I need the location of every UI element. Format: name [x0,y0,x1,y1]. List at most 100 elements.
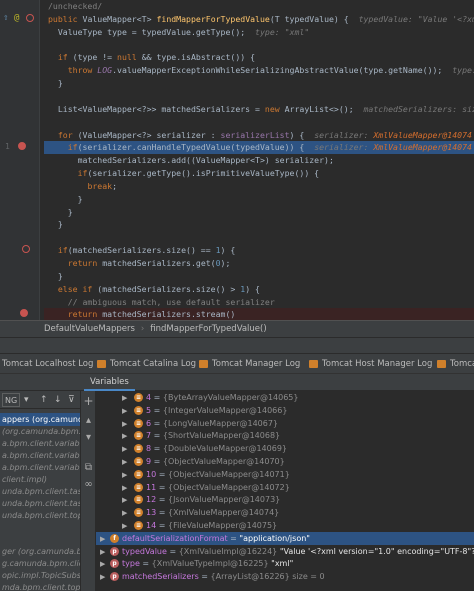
add-watch-icon[interactable]: + [83,395,94,407]
code-line[interactable]: } [44,206,474,219]
dropdown-chevron-icon[interactable]: ▾ [24,393,29,407]
stack-frame[interactable]: mda.bpm.client.topic.imp [0,581,80,591]
expand-arrow-icon[interactable]: ▶ [100,560,106,568]
code-line[interactable]: } [44,218,474,231]
code-token: ArrayList<>(); [284,103,364,114]
expand-arrow-icon[interactable]: ▶ [122,484,128,492]
breakpoint-icon[interactable] [20,309,28,317]
expand-arrow-icon[interactable]: ▶ [122,458,128,466]
variable-row[interactable]: ▶ ≡ 6 = {LongValueMapper@14067} [96,417,474,430]
code-token: (T typedValue) { [269,13,359,24]
variable-row[interactable]: ▶ ≡ 4 = {ByteArrayValueMapper@14065} [96,391,474,404]
tab-tomcat-host-manager-log[interactable]: Tomcat Host Manager Log [306,354,432,374]
method-breakpoint-icon[interactable] [26,14,34,22]
variable-row[interactable]: ▶ p type = {XmlValueTypeImpl@16225} "xml" [96,557,474,570]
inline-debug-value: type: "xml [452,65,474,76]
up-icon[interactable]: ▴ [83,415,94,426]
disabled-breakpoint-icon[interactable] [22,245,30,253]
expand-arrow-icon[interactable]: ▶ [100,548,106,556]
code-line[interactable]: else if (matchedSerializers.size() > 1) … [44,283,474,296]
expand-arrow-icon[interactable]: ▶ [122,407,128,415]
variable-row[interactable]: ▶ f defaultSerializationFormat = "applicat… [96,531,474,545]
code-line[interactable]: /unchecked/ [44,0,474,13]
code-line[interactable]: } [44,77,474,90]
breakpoint-icon[interactable] [18,142,26,150]
up-arrow-icon[interactable]: ↑ [40,393,48,407]
copy-icon[interactable]: ⧉ [83,462,94,473]
down-arrow-icon[interactable]: ↓ [54,393,62,407]
variable-row[interactable]: ▶ ≡ 11 = {ObjectValueMapper@14072} [96,481,474,494]
tab-variables[interactable]: Variables [84,374,135,391]
expand-arrow-icon[interactable]: ▶ [122,496,128,504]
implemented-method-icon[interactable]: ⇧ [3,13,8,23]
code-line[interactable]: if(serializer.getType().isPrimitiveValue… [44,167,474,180]
code-line[interactable]: if(serializer.canHandleTypedValue(typedV… [44,141,474,155]
equals-sign: = [156,469,168,479]
code-token: findMapperForTypedValue [156,13,270,24]
code-line[interactable]: if (type != null && type.isAbstract()) { [44,51,474,64]
frames-toolbar: NG ▾ ↑ ↓ ⊽ [0,391,80,409]
variable-value: {IntegerValueMapper@14066} [162,405,288,415]
variable-row[interactable]: ▶ ≡ 14 = {FileValueMapper@14075} [96,519,474,532]
panel-divider[interactable] [0,338,474,354]
expand-arrow-icon[interactable]: ▶ [122,394,128,402]
variable-row[interactable]: ▶ ≡ 10 = {ObjectValueMapper@14071} [96,468,474,481]
variable-row[interactable]: ▶ p typedValue = {XmlValueImpl@16224} "Val… [96,545,474,558]
expand-arrow-icon[interactable]: ▶ [122,432,128,440]
thread-dropdown[interactable]: NG [2,393,21,407]
code-token: null [117,52,142,63]
tab-tomcat-catalina-log[interactable]: Tomcat Catalina Log [94,354,196,374]
variable-row[interactable]: ▶ ≡ 9 = {ObjectValueMapper@14070} [96,455,474,468]
variable-text: defaultSerializationFormat = "applicatio… [122,532,310,545]
code-line[interactable]: public ValueMapper<T> findMapperForTyped… [44,13,474,26]
code-line[interactable] [44,231,474,244]
code-line[interactable] [44,39,474,52]
variable-row[interactable]: ▶ ≡ 5 = {IntegerValueMapper@14066} [96,404,474,417]
code-line[interactable]: ValueType type = typedValue.getType(); t… [44,26,474,39]
variable-row[interactable]: ▶ ≡ 13 = {XmlValueMapper@14074} [96,506,474,519]
variable-row[interactable]: ▶ p matchedSerializers = {ArrayList@16226}… [96,570,474,583]
tab-tomcat-manager-log[interactable]: Tomcat Manager Log [196,354,300,374]
code-token: LOG [97,65,113,76]
expand-arrow-icon[interactable]: ▶ [100,573,106,581]
expand-arrow-icon[interactable]: ▶ [122,420,128,428]
code-line[interactable]: matchedSerializers.add((ValueMapper<T>) … [44,154,474,167]
variable-text: matchedSerializers = {ArrayList@16226} s… [122,570,325,583]
down-icon[interactable]: ▾ [83,432,94,443]
variable-row[interactable]: ▶ ≡ 8 = {DoubleValueMapper@14069} [96,442,474,455]
tab-label: Tomcat Manager Log [212,359,301,369]
code-line[interactable]: throw LOG.valueMapperExceptionWhileSeria… [44,64,474,77]
variable-row[interactable]: ▶ ≡ 7 = {ShortValueMapper@14068} [96,429,474,442]
line-number: 1 [5,142,10,151]
tab-tomcat-localhost-log[interactable]: Tomcat Localhost Log [0,354,93,374]
code-line[interactable]: // ambiguous match, use default serializ… [44,296,474,309]
code-line[interactable]: return matchedSerializers.get(0); [44,257,474,270]
code-line[interactable]: return matchedSerializers.stream() [44,308,474,320]
code-line[interactable]: } [44,193,474,206]
expand-arrow-icon[interactable]: ▶ [122,471,128,479]
frames-panel[interactable]: NG ▾ ↑ ↓ ⊽ appers (org.camunda.bpm(org.c… [0,391,81,591]
code-line[interactable] [44,116,474,129]
code-line[interactable]: List<ValueMapper<?>> matchedSerializers … [44,103,474,116]
variables-tree[interactable]: ▶ ≡ 4 = {ByteArrayValueMapper@14065} ▶ ≡ 5 = … [96,391,474,591]
code-line[interactable]: for (ValueMapper<?> serializer : seriali… [44,129,474,142]
expand-arrow-icon[interactable]: ▶ [122,522,128,530]
code-token: new [264,103,285,114]
editor-gutter[interactable]: ⇧ @ 1 [0,0,40,320]
expand-arrow-icon[interactable]: ▶ [122,445,128,453]
breadcrumb-method[interactable]: findMapperForTypedValue() [150,324,266,334]
expand-arrow-icon[interactable]: ▶ [122,509,128,517]
variable-row[interactable]: ▶ ≡ 12 = {JsonValueMapper@14073} [96,493,474,506]
code-token: > [146,13,157,24]
expand-arrow-icon[interactable]: ▶ [100,535,106,543]
breadcrumb-class[interactable]: DefaultValueMappers [44,324,135,334]
watch-glasses-icon[interactable]: ∞ [83,479,94,490]
filter-icon[interactable]: ⊽ [68,393,75,407]
code-line[interactable]: } [44,270,474,283]
code-line[interactable]: break; [44,180,474,193]
code-line[interactable] [44,90,474,103]
code-line[interactable]: if(matchedSerializers.size() == 1) { [44,244,474,257]
tab-tomcat[interactable]: Tomcat [434,354,474,374]
code-editor[interactable]: ⇧ @ 1 /unchecked/public ValueMapper<T> f… [0,0,474,320]
